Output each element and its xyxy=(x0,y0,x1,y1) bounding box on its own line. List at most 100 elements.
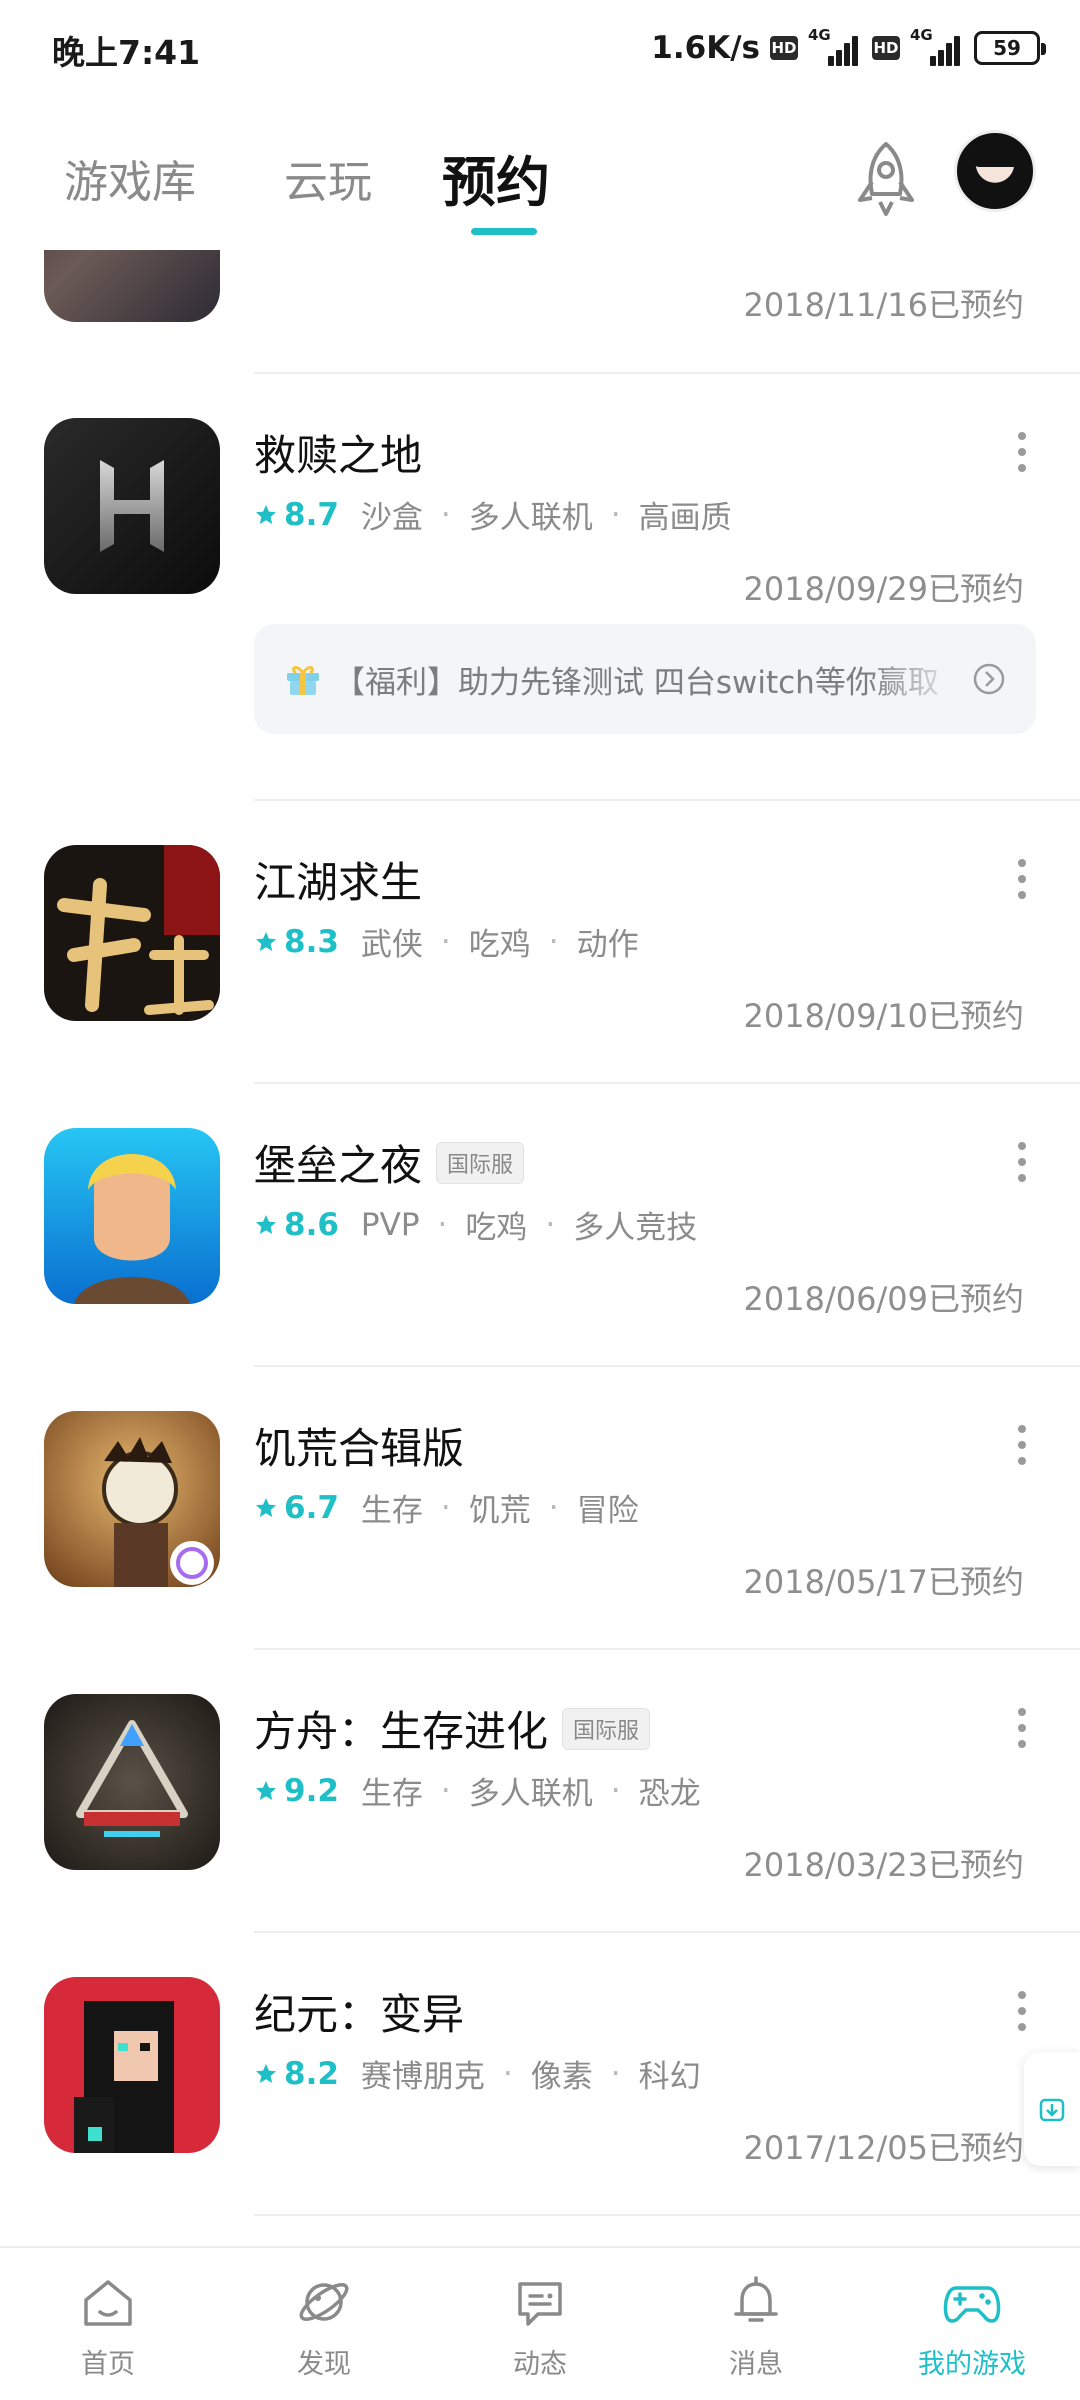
floating-download-tab[interactable] xyxy=(1024,2052,1080,2166)
star-icon xyxy=(256,2063,276,2083)
status-time: 晚上7:41 xyxy=(52,33,201,72)
game-meta: 6.7 生存 · 饥荒 · 冒险 xyxy=(254,1485,639,1530)
status-icons: 1.6K/s HD 4G HD 4G 59 xyxy=(651,26,1046,70)
status-bar: 晚上7:41 1.6K/s HD 4G HD 4G 59 xyxy=(0,0,1080,96)
list-item[interactable]: 江湖求生 8.3 武侠 · 吃鸡 · 动作 2018/09/10已预约 xyxy=(0,801,1080,1084)
tag: 多人竞技 xyxy=(573,1210,698,1246)
top-tab-bar: 游戏库 云玩 预约 xyxy=(0,110,1080,250)
tag: 生存 xyxy=(360,1493,423,1529)
tab-indicator xyxy=(471,228,537,235)
game-icon xyxy=(44,1128,220,1304)
tab-cloud-play[interactable]: 云玩 xyxy=(284,146,372,210)
tag: 像素 xyxy=(530,2059,593,2095)
tag: 高画质 xyxy=(638,500,732,536)
reserve-date: 2018/05/17已预约 xyxy=(743,1563,1024,1601)
reserve-date: 2018/06/09已预约 xyxy=(743,1280,1024,1318)
home-icon xyxy=(84,2280,132,2326)
region-badge: 国际服 xyxy=(562,1707,651,1750)
nav-label: 我的游戏 xyxy=(918,2349,1026,2380)
reserve-date: 2017/12/05已预约 xyxy=(743,2129,1024,2167)
tag: 多人联机 xyxy=(468,1776,593,1812)
reserve-date: 2018/09/29已预约 xyxy=(743,570,1024,608)
rating: 8.2 xyxy=(284,2055,339,2092)
tab-game-library[interactable]: 游戏库 xyxy=(64,146,196,210)
tag: 饥荒 xyxy=(468,1493,531,1529)
nav-my-games[interactable]: 我的游戏 xyxy=(864,2248,1080,2400)
nav-home[interactable]: 首页 xyxy=(0,2248,216,2400)
chevron-right-icon xyxy=(973,663,1005,695)
star-icon xyxy=(256,1780,276,1800)
rocket-icon[interactable] xyxy=(848,138,924,222)
list-item[interactable]: 堡垒之夜 国际服 8.6 PVP · 吃鸡 · 多人竞技 2018/06/09已预约 xyxy=(0,1084,1080,1367)
more-options-icon[interactable] xyxy=(1016,1991,1028,2031)
avatar[interactable] xyxy=(954,130,1036,212)
game-title: 饥荒合辑版 xyxy=(254,1424,465,1473)
more-options-icon[interactable] xyxy=(1016,1425,1028,1465)
game-title: 纪元：变异 xyxy=(254,1990,465,2039)
rating: 8.6 xyxy=(284,1206,339,1243)
tag: 沙盒 xyxy=(360,500,423,536)
reservation-list: 2018/11/16已预约 救赎之地 8.7 沙盒 · 多人联机 · 高画质 201… xyxy=(0,250,1080,2246)
more-options-icon[interactable] xyxy=(1016,432,1028,472)
reserve-date: 2018/09/10已预约 xyxy=(743,997,1024,1035)
region-badge: 国际服 xyxy=(436,1141,525,1184)
nav-label: 发现 xyxy=(297,2349,351,2380)
bottom-nav: 首页 发现 动态 消息 我的游戏 xyxy=(0,2246,1080,2400)
list-item[interactable]: 饥荒合辑版 6.7 生存 · 饥荒 · 冒险 2018/05/17已预约 xyxy=(0,1367,1080,1650)
rating: 6.7 xyxy=(284,1489,339,1526)
list-item[interactable]: 2018/11/16已预约 xyxy=(0,250,1080,374)
game-meta: 9.2 生存 · 多人联机 · 恐龙 xyxy=(254,1768,701,1813)
nav-feed[interactable]: 动态 xyxy=(432,2248,648,2400)
tag: 吃鸡 xyxy=(468,927,531,963)
download-icon xyxy=(1039,2098,1065,2122)
bell-icon xyxy=(734,2276,778,2322)
list-item[interactable]: 纪元：变异 8.2 赛博朋克 · 像素 · 科幻 2017/12/05已预约 xyxy=(0,1933,1080,2216)
tag: 吃鸡 xyxy=(465,1210,528,1246)
game-meta: 8.2 赛博朋克 · 像素 · 科幻 xyxy=(254,2051,701,2096)
nav-label: 动态 xyxy=(513,2349,567,2380)
tab-reservations[interactable]: 预约 xyxy=(442,138,550,217)
promo-banner[interactable]: 【福利】助力先锋测试 四台switch等你赢取 xyxy=(254,624,1036,734)
battery-icon: 59 xyxy=(974,31,1046,65)
network-speed: 1.6K/s xyxy=(651,30,760,66)
rating: 8.7 xyxy=(284,496,339,533)
tag: 恐龙 xyxy=(638,1776,701,1812)
game-icon xyxy=(44,418,220,594)
game-icon xyxy=(44,1977,220,2153)
chat-icon xyxy=(518,2282,562,2326)
promo-text: 【福利】助力先锋测试 四台switch等你赢取 xyxy=(334,664,939,701)
gamepad-icon xyxy=(943,2286,1001,2323)
tag: 科幻 xyxy=(638,2059,701,2095)
tag: 武侠 xyxy=(360,927,423,963)
tag: 赛博朋克 xyxy=(360,2059,485,2095)
game-icon xyxy=(44,250,220,322)
more-options-icon[interactable] xyxy=(1016,1142,1028,1182)
signal-icon-2: 4G xyxy=(910,26,964,66)
game-meta: 8.6 PVP · 吃鸡 · 多人竞技 xyxy=(254,1202,697,1247)
game-icon xyxy=(44,1411,220,1587)
list-item[interactable]: 方舟：生存进化 国际服 9.2 生存 · 多人联机 · 恐龙 2018/03/23已… xyxy=(0,1650,1080,1933)
star-icon xyxy=(256,1214,276,1234)
tag: 冒险 xyxy=(576,1493,639,1529)
game-meta: 8.3 武侠 · 吃鸡 · 动作 xyxy=(254,919,639,964)
game-title: 江湖求生 xyxy=(254,858,423,907)
hd-icon-2: HD xyxy=(872,36,900,60)
game-title: 方舟：生存进化 国际服 xyxy=(254,1698,651,1759)
tag: 生存 xyxy=(360,1776,423,1812)
star-icon xyxy=(256,1497,276,1517)
more-options-icon[interactable] xyxy=(1016,1708,1028,1748)
tag: PVP xyxy=(360,1206,420,1243)
list-item[interactable]: 救赎之地 8.7 沙盒 · 多人联机 · 高画质 2018/09/29已预约 【福利… xyxy=(0,374,1080,801)
signal-icon: 4G xyxy=(808,26,862,66)
rating: 8.3 xyxy=(284,923,339,960)
nav-messages[interactable]: 消息 xyxy=(648,2248,864,2400)
nav-label: 消息 xyxy=(729,2349,783,2380)
star-icon xyxy=(256,504,276,524)
hd-icon: HD xyxy=(770,36,798,60)
game-title: 堡垒之夜 国际服 xyxy=(254,1132,525,1193)
star-icon xyxy=(256,931,276,951)
planet-icon xyxy=(299,2283,349,2321)
more-options-icon[interactable] xyxy=(1016,859,1028,899)
tag: 多人联机 xyxy=(468,500,593,536)
nav-discover[interactable]: 发现 xyxy=(216,2248,432,2400)
